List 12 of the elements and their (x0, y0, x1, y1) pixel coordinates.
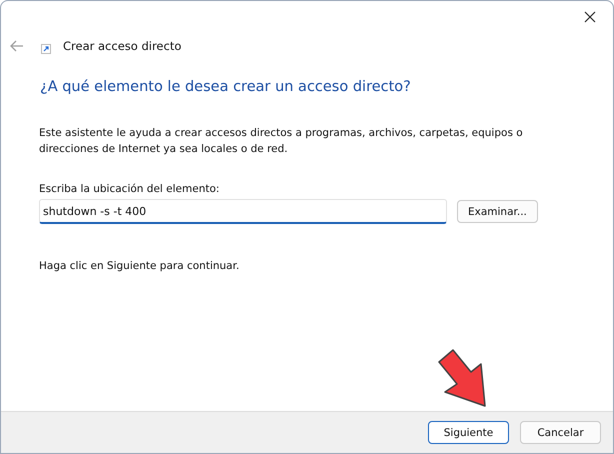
hint-text: Haga clic en Siguiente para continuar. (39, 260, 240, 272)
browse-button[interactable]: Examinar... (457, 200, 538, 223)
location-label: Escriba la ubicación del elemento: (39, 183, 220, 195)
next-button[interactable]: Siguiente (428, 421, 509, 444)
window-title: Crear acceso directo (63, 39, 182, 53)
cancel-button[interactable]: Cancelar (520, 421, 601, 444)
description-text: Este asistente le ayuda a crear accesos directos a programas, archivos, carpetas, equipos o direcciones de Internet ya sea locales o de red. (39, 126, 524, 157)
wizard-heading: ¿A qué elemento le desea crear un acceso directo? (40, 79, 412, 95)
shortcut-icon (41, 44, 51, 54)
back-arrow-icon[interactable] (9, 38, 25, 54)
close-icon (584, 11, 596, 23)
location-input-field[interactable]: shutdown -s -t 400 (39, 199, 447, 224)
